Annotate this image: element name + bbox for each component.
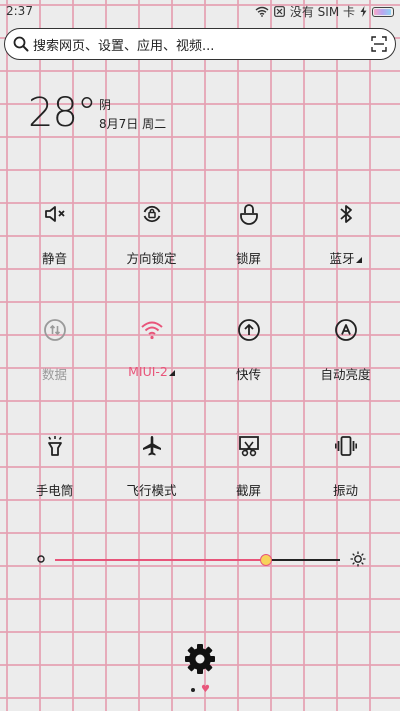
toggle-label: 数据 <box>41 367 67 382</box>
date-text: 8月7日 周二 <box>99 117 167 131</box>
toggle-screenshot[interactable]: 截屏 <box>200 432 297 502</box>
toggle-label: 手电筒 <box>35 483 74 498</box>
toggle-quick-transfer[interactable]: 快传 <box>200 316 297 386</box>
toggle-label: 方向锁定 <box>126 251 177 266</box>
charging-icon <box>360 6 367 17</box>
toggle-vibrate[interactable]: 振动 <box>297 432 394 502</box>
quick-transfer-icon <box>237 319 260 341</box>
toggle-label: 快传 <box>235 367 261 382</box>
page-dot-active-heart-icon: ♥ <box>201 684 210 695</box>
toggle-label: 静音 <box>41 251 67 266</box>
lock-icon <box>239 204 258 225</box>
toggle-label: 振动 <box>332 483 358 498</box>
brightness-low-icon <box>37 555 45 563</box>
battery-fill <box>374 8 392 15</box>
toggle-mute[interactable]: 静音 <box>6 200 103 270</box>
toggle-mobile-data[interactable]: 数据 <box>6 316 103 386</box>
brightness-track[interactable] <box>55 554 340 566</box>
toggle-label: 蓝牙 <box>329 251 355 266</box>
toggle-airplane-mode[interactable]: 飞行模式 <box>103 432 200 502</box>
weather-condition: 阴 <box>99 98 112 112</box>
page-dot <box>191 688 195 692</box>
temperature: 28° <box>28 90 97 136</box>
toggle-label: 飞行模式 <box>126 483 177 498</box>
airplane-mode-icon <box>142 436 161 456</box>
scan-icon[interactable] <box>371 36 387 52</box>
settings-gear-icon[interactable] <box>184 643 216 675</box>
toggle-label: MIUI-2 <box>128 364 168 379</box>
search-bar[interactable]: 搜索网页、设置、应用、视频... <box>4 28 396 60</box>
status-indicators: 没有 SIM 卡 <box>255 3 394 20</box>
status-time: 2:37 <box>6 4 33 18</box>
wifi-status-icon <box>255 6 269 17</box>
bluetooth-icon <box>339 205 352 223</box>
toggle-rotation-lock[interactable]: 方向锁定 <box>103 200 200 270</box>
mobile-data-icon <box>43 319 66 341</box>
brightness-high-icon <box>350 551 366 567</box>
auto-brightness-icon <box>334 319 357 341</box>
toggle-wifi[interactable]: MIUI-2 <box>103 316 200 386</box>
mute-icon <box>44 206 65 222</box>
battery-icon <box>372 6 394 17</box>
no-sim-icon <box>273 6 285 17</box>
status-bar: 2:37 没有 SIM 卡 <box>0 0 400 24</box>
toggle-label: 自动亮度 <box>320 367 371 382</box>
toggle-label: 锁屏 <box>235 251 261 266</box>
brightness-slider[interactable] <box>36 550 366 570</box>
toggle-auto-brightness[interactable]: 自动亮度 <box>297 316 394 386</box>
wifi-icon <box>140 321 163 340</box>
search-input[interactable]: 搜索网页、设置、应用、视频... <box>33 35 371 54</box>
toggle-flashlight[interactable]: 手电筒 <box>6 432 103 502</box>
brightness-track-fill <box>55 559 266 561</box>
page-indicator: ♥ <box>191 684 210 695</box>
screenshot-icon <box>238 436 259 457</box>
carrier-text: 没有 SIM 卡 <box>289 5 355 19</box>
vibrate-icon <box>334 436 357 456</box>
search-icon <box>13 36 29 52</box>
toggle-label-with-menu: MIUI-2 <box>103 364 200 379</box>
menu-indicator-icon <box>355 257 362 263</box>
rotation-lock-icon <box>143 205 160 223</box>
toggle-label-with-menu: 蓝牙 <box>297 248 394 267</box>
brightness-thumb[interactable] <box>259 554 272 566</box>
menu-indicator-icon <box>168 370 175 376</box>
toggle-label: 截屏 <box>235 483 261 498</box>
flashlight-icon <box>47 436 62 456</box>
toggle-bluetooth[interactable]: 蓝牙 <box>297 200 394 270</box>
toggle-lock-screen[interactable]: 锁屏 <box>200 200 297 270</box>
